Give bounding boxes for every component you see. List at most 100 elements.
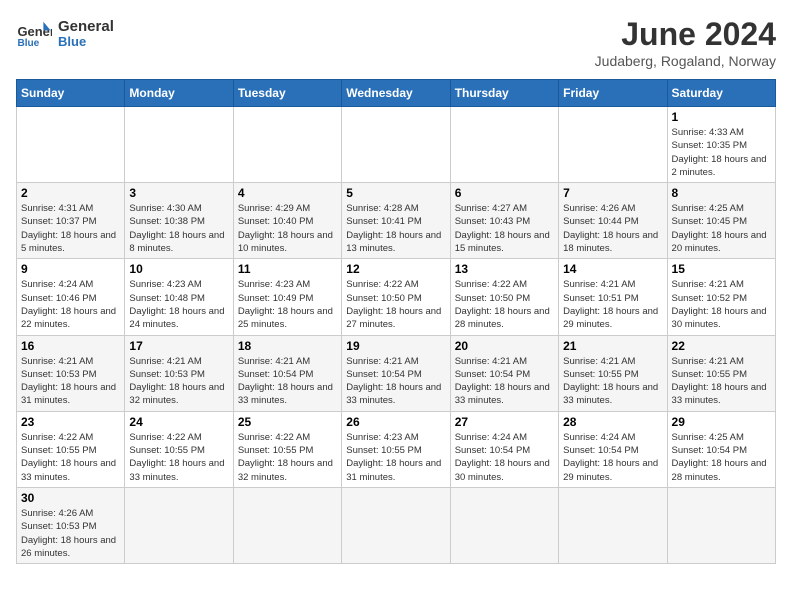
day-info: Sunrise: 4:21 AM Sunset: 10:54 PM Daylig… xyxy=(238,355,337,408)
calendar-day: 15 Sunrise: 4:21 AM Sunset: 10:52 PM Dayl… xyxy=(667,259,775,335)
day-number: 3 xyxy=(129,186,228,200)
day-number: 28 xyxy=(563,415,662,429)
logo-blue-text: Blue xyxy=(58,35,114,49)
weekday-header: Tuesday xyxy=(233,80,341,107)
day-info: Sunrise: 4:25 AM Sunset: 10:45 PM Daylig… xyxy=(672,202,771,255)
weekday-header: Sunday xyxy=(17,80,125,107)
calendar-day: 5Sunrise: 4:28 AM Sunset: 10:41 PM Dayli… xyxy=(342,183,450,259)
day-number: 11 xyxy=(238,262,337,276)
day-number: 5 xyxy=(346,186,445,200)
day-info: Sunrise: 4:21 AM Sunset: 10:55 PM Daylig… xyxy=(563,355,662,408)
empty-day xyxy=(559,487,667,563)
day-info: Sunrise: 4:22 AM Sunset: 10:55 PM Daylig… xyxy=(21,431,120,484)
calendar-day: 1Sunrise: 4:33 AM Sunset: 10:35 PM Dayli… xyxy=(667,107,775,183)
empty-day xyxy=(125,487,233,563)
empty-day xyxy=(17,107,125,183)
day-number: 9 xyxy=(21,262,120,276)
day-number: 14 xyxy=(563,262,662,276)
calendar-day: 16 Sunrise: 4:21 AM Sunset: 10:53 PM Dayl… xyxy=(17,335,125,411)
logo-general-text: General xyxy=(58,19,114,36)
day-info: Sunrise: 4:23 AM Sunset: 10:48 PM Daylig… xyxy=(129,278,228,331)
day-info: Sunrise: 4:22 AM Sunset: 10:50 PM Daylig… xyxy=(455,278,554,331)
day-info: Sunrise: 4:26 AM Sunset: 10:44 PM Daylig… xyxy=(563,202,662,255)
day-number: 22 xyxy=(672,339,771,353)
calendar-table: SundayMondayTuesdayWednesdayThursdayFrid… xyxy=(16,79,776,564)
day-info: Sunrise: 4:24 AM Sunset: 10:46 PM Daylig… xyxy=(21,278,120,331)
logo: General Blue General Blue xyxy=(16,16,114,52)
day-info: Sunrise: 4:31 AM Sunset: 10:37 PM Daylig… xyxy=(21,202,120,255)
day-number: 29 xyxy=(672,415,771,429)
day-number: 25 xyxy=(238,415,337,429)
calendar-day: 9 Sunrise: 4:24 AM Sunset: 10:46 PM Dayli… xyxy=(17,259,125,335)
calendar-day: 20Sunrise: 4:21 AM Sunset: 10:54 PM Dayl… xyxy=(450,335,558,411)
calendar-day: 2 Sunrise: 4:31 AM Sunset: 10:37 PM Dayli… xyxy=(17,183,125,259)
day-info: Sunrise: 4:23 AM Sunset: 10:49 PM Daylig… xyxy=(238,278,337,331)
empty-day xyxy=(125,107,233,183)
location-subtitle: Judaberg, Rogaland, Norway xyxy=(595,53,776,69)
calendar-day: 29 Sunrise: 4:25 AM Sunset: 10:54 PM Dayl… xyxy=(667,411,775,487)
day-number: 16 xyxy=(21,339,120,353)
day-info: Sunrise: 4:21 AM Sunset: 10:53 PM Daylig… xyxy=(21,355,120,408)
day-info: Sunrise: 4:21 AM Sunset: 10:55 PM Daylig… xyxy=(672,355,771,408)
day-info: Sunrise: 4:22 AM Sunset: 10:50 PM Daylig… xyxy=(346,278,445,331)
empty-day xyxy=(667,487,775,563)
day-number: 15 xyxy=(672,262,771,276)
weekday-header: Friday xyxy=(559,80,667,107)
calendar-header: SundayMondayTuesdayWednesdayThursdayFrid… xyxy=(17,80,776,107)
calendar-day: 21 Sunrise: 4:21 AM Sunset: 10:55 PM Dayl… xyxy=(559,335,667,411)
calendar-day: 3 Sunrise: 4:30 AM Sunset: 10:38 PM Dayli… xyxy=(125,183,233,259)
calendar-day: 7Sunrise: 4:26 AM Sunset: 10:44 PM Dayli… xyxy=(559,183,667,259)
day-number: 24 xyxy=(129,415,228,429)
day-number: 17 xyxy=(129,339,228,353)
weekday-header: Thursday xyxy=(450,80,558,107)
day-number: 6 xyxy=(455,186,554,200)
calendar-day: 11 Sunrise: 4:23 AM Sunset: 10:49 PM Dayl… xyxy=(233,259,341,335)
day-info: Sunrise: 4:21 AM Sunset: 10:53 PM Daylig… xyxy=(129,355,228,408)
day-info: Sunrise: 4:22 AM Sunset: 10:55 PM Daylig… xyxy=(238,431,337,484)
day-number: 19 xyxy=(346,339,445,353)
day-number: 26 xyxy=(346,415,445,429)
month-title: June 2024 xyxy=(595,16,776,53)
day-info: Sunrise: 4:29 AM Sunset: 10:40 PM Daylig… xyxy=(238,202,337,255)
empty-day xyxy=(450,107,558,183)
calendar-day: 30Sunrise: 4:26 AM Sunset: 10:53 PM Dayl… xyxy=(17,487,125,563)
weekday-header: Saturday xyxy=(667,80,775,107)
day-number: 4 xyxy=(238,186,337,200)
calendar-day: 12 Sunrise: 4:22 AM Sunset: 10:50 PM Dayl… xyxy=(342,259,450,335)
day-info: Sunrise: 4:21 AM Sunset: 10:52 PM Daylig… xyxy=(672,278,771,331)
day-number: 20 xyxy=(455,339,554,353)
calendar-day: 13 Sunrise: 4:22 AM Sunset: 10:50 PM Dayl… xyxy=(450,259,558,335)
day-number: 21 xyxy=(563,339,662,353)
empty-day xyxy=(233,107,341,183)
page-header: General Blue General Blue June 2024 Juda… xyxy=(16,16,776,69)
day-info: Sunrise: 4:25 AM Sunset: 10:54 PM Daylig… xyxy=(672,431,771,484)
calendar-day: 22 Sunrise: 4:21 AM Sunset: 10:55 PM Dayl… xyxy=(667,335,775,411)
title-block: June 2024 Judaberg, Rogaland, Norway xyxy=(595,16,776,69)
calendar-day: 25 Sunrise: 4:22 AM Sunset: 10:55 PM Dayl… xyxy=(233,411,341,487)
day-number: 23 xyxy=(21,415,120,429)
day-info: Sunrise: 4:22 AM Sunset: 10:55 PM Daylig… xyxy=(129,431,228,484)
calendar-day: 24 Sunrise: 4:22 AM Sunset: 10:55 PM Dayl… xyxy=(125,411,233,487)
day-info: Sunrise: 4:21 AM Sunset: 10:54 PM Daylig… xyxy=(346,355,445,408)
day-info: Sunrise: 4:30 AM Sunset: 10:38 PM Daylig… xyxy=(129,202,228,255)
day-info: Sunrise: 4:27 AM Sunset: 10:43 PM Daylig… xyxy=(455,202,554,255)
empty-day xyxy=(233,487,341,563)
day-number: 2 xyxy=(21,186,120,200)
calendar-day: 27Sunrise: 4:24 AM Sunset: 10:54 PM Dayl… xyxy=(450,411,558,487)
calendar-day: 10Sunrise: 4:23 AM Sunset: 10:48 PM Dayl… xyxy=(125,259,233,335)
calendar-day: 4 Sunrise: 4:29 AM Sunset: 10:40 PM Dayli… xyxy=(233,183,341,259)
day-number: 8 xyxy=(672,186,771,200)
logo-icon: General Blue xyxy=(16,16,52,52)
day-info: Sunrise: 4:33 AM Sunset: 10:35 PM Daylig… xyxy=(672,126,771,179)
day-number: 12 xyxy=(346,262,445,276)
day-info: Sunrise: 4:24 AM Sunset: 10:54 PM Daylig… xyxy=(563,431,662,484)
day-info: Sunrise: 4:26 AM Sunset: 10:53 PM Daylig… xyxy=(21,507,120,560)
calendar-day: 6 Sunrise: 4:27 AM Sunset: 10:43 PM Dayli… xyxy=(450,183,558,259)
day-number: 13 xyxy=(455,262,554,276)
day-number: 18 xyxy=(238,339,337,353)
empty-day xyxy=(342,107,450,183)
day-number: 27 xyxy=(455,415,554,429)
day-info: Sunrise: 4:21 AM Sunset: 10:51 PM Daylig… xyxy=(563,278,662,331)
weekday-header: Monday xyxy=(125,80,233,107)
calendar-day: 18 Sunrise: 4:21 AM Sunset: 10:54 PM Dayl… xyxy=(233,335,341,411)
